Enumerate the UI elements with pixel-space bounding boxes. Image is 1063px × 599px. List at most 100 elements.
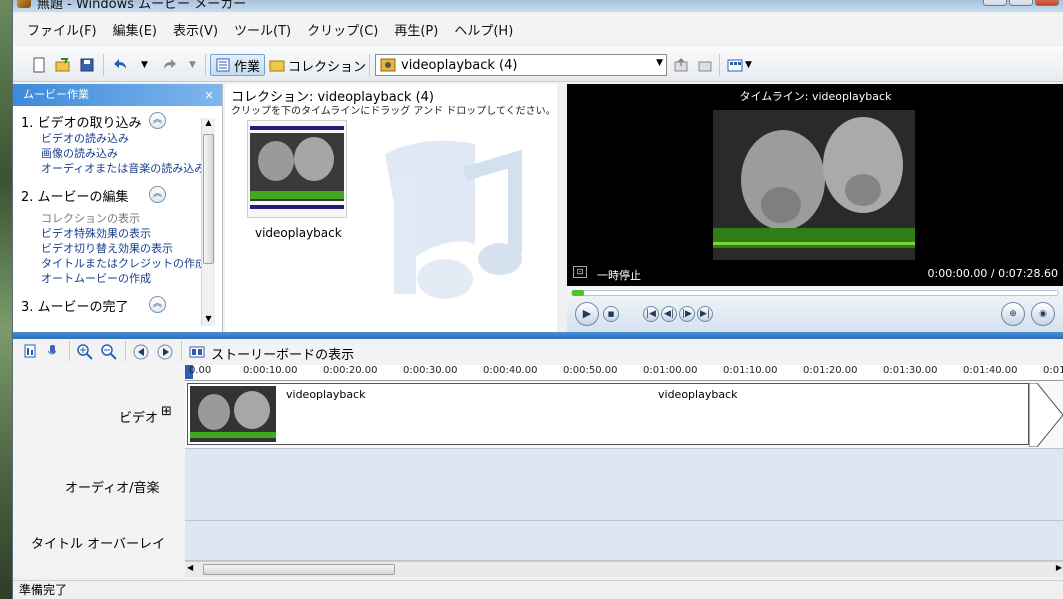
task-section-title: 3. ムービーの完了 [21,300,129,315]
title-overlay-track-label: タイトル オーバーレイ [31,537,166,552]
stop-button[interactable]: ■ [603,306,619,322]
close-button[interactable] [1035,0,1059,6]
audio-music-track[interactable] [185,449,1063,521]
go-up-collection-button[interactable] [673,54,689,76]
seek-bar[interactable] [571,290,1059,296]
undo-icon [114,59,126,69]
show-storyboard-button[interactable]: ストーリーボードの表示 [189,344,354,363]
collections-toggle-button[interactable]: コレクション [269,54,366,76]
split-view-icon[interactable]: ⊡ [573,266,587,278]
undo-button[interactable] [113,54,129,76]
task-import-pictures[interactable]: 画像の読み込み [13,146,222,161]
title-bar: 無題 - Windows ムービー メーカー [13,0,1063,12]
views-dropdown-icon: ▼ [745,60,752,70]
new-collection-folder-button[interactable] [697,54,713,76]
task-make-titles[interactable]: タイトルまたはクレジットの作成 [13,256,222,271]
video-track-label: ビデオ [119,411,159,426]
zoom-in-icon [77,344,93,360]
save-project-button[interactable] [79,54,95,76]
new-project-button[interactable] [31,54,47,76]
scroll-thumb[interactable] [203,564,395,575]
split-clip-button[interactable]: ⊕ [1001,302,1025,326]
timeline-ruler[interactable]: 0.00 0:00:10.00 0:00:20.00 0:00:30.00 0:… [185,365,1063,381]
microphone-icon [47,345,57,355]
ruler-tick: 0:00:10.00 [243,365,298,376]
scroll-right-icon[interactable]: ▶ [1056,563,1062,572]
ruler-tick: 0:01:30.00 [883,365,938,376]
tasks-pane-close-icon[interactable]: × [204,84,214,106]
tasks-toggle-button[interactable]: 作業 [210,54,266,76]
redo-icon [164,59,176,69]
next-button[interactable]: ▶| [697,306,713,322]
ruler-tick: 0:01:20.00 [803,365,858,376]
clip-label: videoplayback [255,226,342,240]
task-section-finish[interactable]: 3. ムービーの完了 ︽ [13,296,222,315]
video-clip[interactable]: videoplayback videoplayback [187,383,1029,445]
menu-view[interactable]: 表示(V) [173,20,218,39]
redo-button[interactable] [161,54,177,76]
title-overlay-track[interactable] [185,521,1063,561]
previous-frame-button[interactable]: ◀| [661,306,677,322]
menu-help[interactable]: ヘルプ(H) [454,20,513,39]
task-import-audio[interactable]: オーディオまたは音楽の読み込み [13,161,222,176]
redo-dropdown-icon[interactable]: ▼ [189,54,196,76]
tasks-scrollbar[interactable]: ▲ ▼ [201,118,215,326]
scroll-up-icon[interactable]: ▲ [202,118,215,127]
task-automovie[interactable]: オートムービーの作成 [13,271,222,286]
task-show-video-transitions[interactable]: ビデオ切り替え効果の表示 [13,241,222,256]
pane-divider[interactable] [13,332,1063,339]
previous-button[interactable]: |◀ [643,306,659,322]
task-import-video[interactable]: ビデオの読み込み [13,131,222,146]
collapse-chevron-icon[interactable]: ︽ [149,112,166,129]
collection-clip[interactable] [247,120,347,218]
storyboard-icon [189,346,205,358]
task-show-video-effects[interactable]: ビデオ特殊効果の表示 [13,226,222,241]
maximize-button[interactable] [1009,0,1033,6]
next-frame-button[interactable]: |▶ [679,306,695,322]
video-frame [713,110,915,260]
take-picture-button[interactable]: ◉ [1031,302,1055,326]
zoom-out-button[interactable] [101,344,117,364]
video-track: videoplayback videoplayback [185,381,1063,449]
collapse-chevron-icon[interactable]: ︽ [149,186,166,203]
open-folder-icon [55,58,70,72]
task-section-edit[interactable]: 2. ムービーの編集 ︽ [13,186,222,205]
play-timeline-button[interactable] [157,344,173,364]
status-bar: 準備完了 [13,580,1063,599]
play-button[interactable]: ▶ [575,302,599,326]
rewind-timeline-button[interactable] [133,344,149,364]
main-toolbar: ▼ ▼ 作業 コレクション videoplayback (4) ▼ ▼ [13,46,1063,82]
task-show-collections[interactable]: コレクションの表示 [13,211,222,226]
task-section-capture[interactable]: 1. ビデオの取り込み ︽ [13,112,222,131]
task-section-title: 2. ムービーの編集 [21,190,129,205]
scroll-left-icon[interactable]: ◀ [187,563,193,572]
desktop-background [0,0,12,599]
set-audio-levels-button[interactable] [23,344,37,362]
collection-combo-icon [380,58,396,72]
menu-edit[interactable]: 編集(E) [113,20,157,39]
collapse-chevron-icon[interactable]: ︽ [149,296,166,313]
transition-arrow-icon [1029,383,1063,447]
preview-status-bar: ⊡ 一時停止 0:00:00.00 / 0:07:28.60 [567,264,1063,286]
open-project-button[interactable] [55,54,71,76]
views-button[interactable]: ▼ [727,54,752,76]
zoom-out-icon [101,344,117,360]
scroll-down-icon[interactable]: ▼ [202,314,215,323]
menu-clip[interactable]: クリップ(C) [307,20,378,39]
zoom-in-button[interactable] [77,344,93,364]
storyboard-label: ストーリーボードの表示 [211,348,355,363]
scroll-thumb[interactable] [203,134,214,264]
collection-combo[interactable]: videoplayback (4) ▼ [375,54,667,76]
narrate-timeline-button[interactable] [45,344,59,362]
expand-video-track-icon[interactable]: ⊞ [161,404,172,419]
timeline-scrollbar[interactable]: ◀ ▶ [185,561,1063,577]
menu-play[interactable]: 再生(P) [394,20,438,39]
preview-title: タイムライン: videoplayback [739,90,892,103]
ruler-tick: 0:01 [1043,365,1063,376]
menu-tools[interactable]: ツール(T) [234,20,291,39]
seek-thumb[interactable] [572,290,584,296]
undo-dropdown-icon[interactable]: ▼ [141,54,148,76]
ruler-tick: 0:00:50.00 [563,365,618,376]
minimize-button[interactable] [983,0,1007,6]
menu-file[interactable]: ファイル(F) [27,20,97,39]
